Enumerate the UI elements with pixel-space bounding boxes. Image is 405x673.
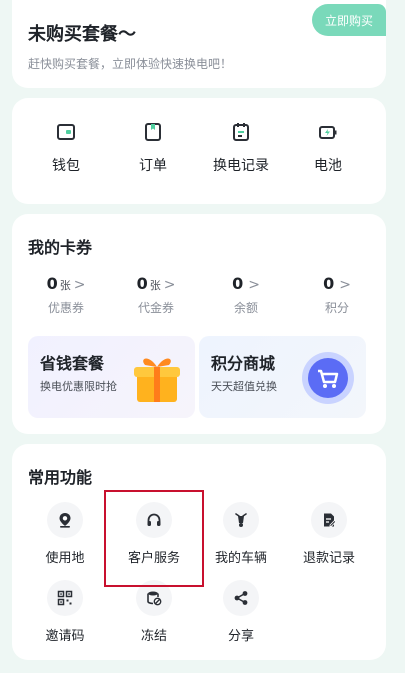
stat-value: 0 bbox=[232, 274, 244, 293]
chevron-right-icon: > bbox=[248, 277, 260, 293]
location-pin-icon bbox=[59, 513, 71, 528]
qr-code-icon bbox=[57, 590, 73, 606]
func-share[interactable]: 分享 bbox=[199, 580, 283, 644]
func-label: 退款记录 bbox=[302, 551, 355, 566]
func-label: 我的车辆 bbox=[214, 551, 267, 566]
quick-item-label: 订单 bbox=[139, 158, 167, 174]
coupons-title: 我的卡券 bbox=[28, 238, 93, 257]
chevron-right-icon: > bbox=[73, 277, 86, 293]
promo-points-mall[interactable]: 积分商城 天天超值兑换 bbox=[199, 336, 366, 418]
func-icon-bg bbox=[223, 502, 259, 538]
func-usage-location[interactable]: 使用地 bbox=[23, 502, 107, 566]
func-icon-bg bbox=[311, 502, 347, 538]
func-label: 邀请码 bbox=[45, 629, 85, 644]
promo-title: 省钱套餐 bbox=[40, 354, 105, 373]
func-label: 冻结 bbox=[140, 629, 167, 644]
chevron-right-icon: > bbox=[163, 277, 176, 293]
promo-saving-package[interactable]: 省钱套餐 换电优惠限时抢 bbox=[28, 336, 195, 418]
quick-item-label: 钱包 bbox=[52, 158, 80, 174]
func-label: 使用地 bbox=[45, 551, 85, 566]
stat-label: 积分 bbox=[324, 301, 349, 315]
buy-now-button[interactable]: 立即购买 bbox=[312, 4, 386, 36]
func-freeze[interactable]: 冻结 bbox=[112, 580, 196, 644]
coupons-card: 我的卡券 0 张 > 优惠券 0 张 > 代金券 0 > 余额 0 > 积分 省钱套餐 换电… bbox=[12, 214, 386, 434]
stat-discount-coupon[interactable]: 0 张 > 优惠券 bbox=[26, 274, 106, 316]
quick-item-order[interactable]: 订单 bbox=[113, 122, 193, 175]
battery-icon bbox=[319, 126, 337, 139]
quick-menu: 钱包 订单 换电记录 电池 bbox=[12, 98, 386, 204]
func-icon-bg bbox=[47, 502, 83, 538]
stat-value: 0 bbox=[136, 274, 148, 293]
package-card: 未购买套餐～ 赶快购买套餐，立即体验快速换电吧！ 立即购买 bbox=[12, 0, 386, 88]
promo-subtitle: 天天超值兑换 bbox=[211, 380, 277, 393]
quick-item-label: 换电记录 bbox=[213, 158, 269, 174]
func-invite-code[interactable]: 邀请码 bbox=[23, 580, 107, 644]
func-icon-bg bbox=[47, 580, 83, 616]
swap-record-icon bbox=[233, 123, 249, 141]
stat-points[interactable]: 0 > 积分 bbox=[297, 274, 377, 316]
chevron-right-icon: > bbox=[339, 277, 351, 293]
promo-title: 积分商城 bbox=[211, 354, 276, 373]
promo-subtitle: 换电优惠限时抢 bbox=[40, 380, 117, 393]
stat-balance[interactable]: 0 > 余额 bbox=[206, 274, 286, 316]
share-icon bbox=[234, 591, 248, 605]
stat-unit: 张 bbox=[149, 279, 161, 292]
stat-label: 余额 bbox=[233, 301, 258, 315]
customer-service-highlight-frame bbox=[104, 490, 204, 587]
quick-item-label: 电池 bbox=[314, 158, 342, 174]
order-icon bbox=[145, 123, 161, 141]
quick-item-wallet[interactable]: 钱包 bbox=[26, 122, 106, 175]
stat-label: 优惠券 bbox=[47, 301, 84, 315]
quick-item-swap-record[interactable]: 换电记录 bbox=[201, 122, 281, 175]
stat-value: 0 bbox=[323, 274, 335, 293]
package-subtitle: 赶快购买套餐，立即体验快速换电吧！ bbox=[28, 57, 233, 71]
shopping-cart-icon bbox=[302, 352, 354, 404]
freeze-icon bbox=[147, 591, 162, 606]
func-refund-record[interactable]: 退款记录 bbox=[287, 502, 371, 566]
gift-icon bbox=[134, 358, 180, 402]
stat-voucher[interactable]: 0 张 > 代金券 bbox=[116, 274, 196, 316]
package-title: 未购买套餐～ bbox=[28, 24, 136, 45]
func-my-vehicle[interactable]: 我的车辆 bbox=[199, 502, 283, 566]
stat-value: 0 bbox=[46, 274, 58, 293]
wallet-icon bbox=[57, 124, 75, 140]
func-icon-bg bbox=[223, 580, 259, 616]
func-label: 分享 bbox=[227, 629, 254, 644]
quick-item-battery[interactable]: 电池 bbox=[288, 122, 368, 175]
scooter-icon bbox=[235, 513, 247, 527]
stat-unit: 张 bbox=[59, 279, 71, 292]
stat-label: 代金券 bbox=[137, 301, 174, 315]
functions-title: 常用功能 bbox=[28, 468, 93, 487]
refund-record-icon bbox=[324, 513, 337, 527]
